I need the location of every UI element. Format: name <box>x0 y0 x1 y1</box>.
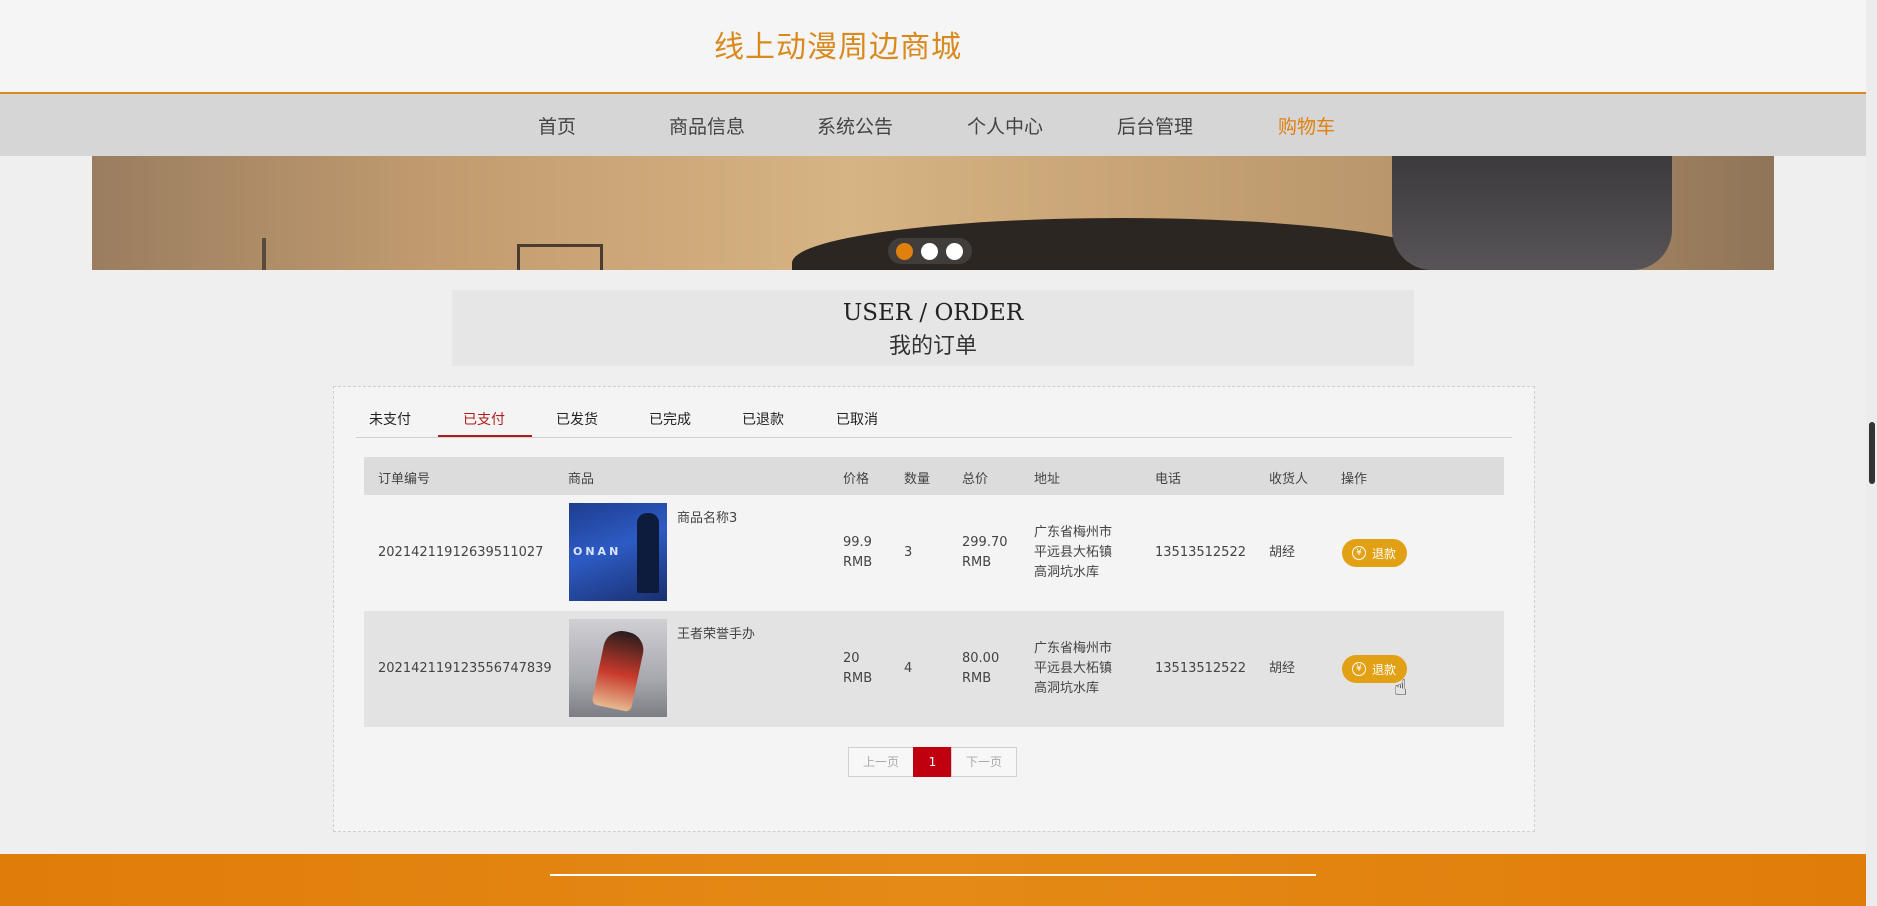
table-row: 20214211912355674783​9 王者荣誉手办 20 RMB 4 8… <box>364 611 1504 727</box>
prev-page-button[interactable]: 上一页 <box>848 747 914 777</box>
refund-button-label: 退款 <box>1372 663 1397 677</box>
table-row: 20214211912639511027 ONAN 商品名称3 99.9 RMB… <box>364 495 1504 611</box>
orders-table: 订单编号 商品 价格 数量 总价 地址 电话 收货人 操作 2021421191… <box>364 457 1504 727</box>
yen-coin-icon: ¥ <box>1352 662 1366 676</box>
product-image-figure <box>637 513 659 593</box>
table-header: 订单编号 商品 价格 数量 总价 地址 电话 收货人 操作 <box>364 457 1504 495</box>
address-line-2: 平远县大柘镇 <box>1034 545 1113 560</box>
banner-decor-sign <box>517 244 603 270</box>
tab-completed[interactable]: 已完成 <box>649 409 691 429</box>
page-number-current[interactable]: 1 <box>913 747 952 777</box>
phone: 13513512522 <box>1155 661 1246 676</box>
order-status-tabs: 未支付 已支付 已发货 已完成 已退款 已取消 <box>356 387 1512 438</box>
tab-unpaid[interactable]: 未支付 <box>369 409 411 429</box>
address-line-3: 高洞坑水库 <box>1034 565 1100 580</box>
nav-item-cart[interactable]: 购物车 <box>1278 112 1335 139</box>
th-address: 地址 <box>1034 472 1061 487</box>
total-unit: RMB <box>962 671 992 686</box>
page-title-box: USER / ORDER 我的订单 <box>452 290 1414 366</box>
product-image[interactable]: ONAN <box>569 503 667 601</box>
th-action: 操作 <box>1341 472 1368 487</box>
product-image-text: ONAN <box>573 545 622 558</box>
th-product: 商品 <box>568 472 595 487</box>
quantity: 4 <box>904 661 913 676</box>
order-number: 20214211912639511027 <box>378 545 544 560</box>
yen-coin-icon: ¥ <box>1352 546 1366 560</box>
th-price: 价格 <box>843 472 870 487</box>
active-tab-indicator <box>438 435 532 437</box>
order-number: 20214211912355674783​9 <box>378 661 552 676</box>
refund-button[interactable]: ¥ 退款 <box>1342 539 1407 567</box>
carousel-dot-2[interactable] <box>921 243 938 260</box>
total-unit: RMB <box>962 555 992 570</box>
nav-item-announcements[interactable]: 系统公告 <box>817 112 893 139</box>
product-image[interactable] <box>569 619 667 717</box>
carousel-indicators <box>888 238 972 264</box>
price-value: 99.9 <box>843 535 872 550</box>
orders-panel: 未支付 已支付 已发货 已完成 已退款 已取消 订单编号 商品 价格 数量 总价… <box>333 386 1535 832</box>
nav-item-products[interactable]: 商品信息 <box>669 112 745 139</box>
tab-cancelled[interactable]: 已取消 <box>836 409 878 429</box>
site-title: 线上动漫周边商城 <box>714 30 962 65</box>
th-qty: 数量 <box>904 472 931 487</box>
page-title-cn: 我的订单 <box>888 334 977 359</box>
price-unit: RMB <box>843 671 873 686</box>
page-scrollbar[interactable] <box>1866 0 1877 906</box>
tab-paid[interactable]: 已支付 <box>463 409 505 429</box>
total-value: 299.70 <box>962 535 1008 550</box>
address-line-3: 高洞坑水库 <box>1034 681 1100 696</box>
carousel-dot-1[interactable] <box>896 243 913 260</box>
product-image-figure <box>591 627 647 713</box>
receiver: 胡经 <box>1269 661 1296 676</box>
address-line-1: 广东省梅州市 <box>1034 641 1113 656</box>
page-title-en: USER / ORDER <box>842 300 1024 326</box>
product-name[interactable]: 商品名称3 <box>677 509 737 529</box>
total-value: 80.00 <box>962 651 1000 666</box>
hand-pointer-icon: ☝ <box>1394 676 1408 701</box>
nav-item-user-center[interactable]: 个人中心 <box>967 112 1043 139</box>
receiver: 胡经 <box>1269 545 1296 560</box>
next-page-button[interactable]: 下一页 <box>951 747 1017 777</box>
nav-item-admin[interactable]: 后台管理 <box>1117 112 1193 139</box>
price-value: 20 <box>843 651 860 666</box>
th-total: 总价 <box>962 472 989 487</box>
th-order-no: 订单编号 <box>378 472 431 487</box>
tab-refunded[interactable]: 已退款 <box>742 409 784 429</box>
banner-decor-figure <box>1392 156 1672 270</box>
quantity: 3 <box>904 545 913 560</box>
price-unit: RMB <box>843 555 873 570</box>
nav-item-home[interactable]: 首页 <box>538 112 576 139</box>
th-phone: 电话 <box>1155 472 1182 487</box>
address-line-2: 平远县大柘镇 <box>1034 661 1113 676</box>
carousel-dot-3[interactable] <box>946 243 963 260</box>
product-name[interactable]: 王者荣誉手办 <box>677 625 755 645</box>
site-header: 线上动漫周边商城 <box>0 0 1866 94</box>
th-receiver: 收货人 <box>1269 472 1309 487</box>
refund-button-label: 退款 <box>1372 547 1397 561</box>
address-line-1: 广东省梅州市 <box>1034 525 1113 540</box>
phone: 13513512522 <box>1155 545 1246 560</box>
footer-divider <box>550 874 1316 876</box>
main-nav: 首页 商品信息 系统公告 个人中心 后台管理 购物车 <box>0 94 1866 156</box>
tab-shipped[interactable]: 已发货 <box>556 409 598 429</box>
scrollbar-thumb[interactable] <box>1869 422 1875 484</box>
banner-decor-pole <box>262 238 266 270</box>
site-footer <box>0 854 1866 906</box>
